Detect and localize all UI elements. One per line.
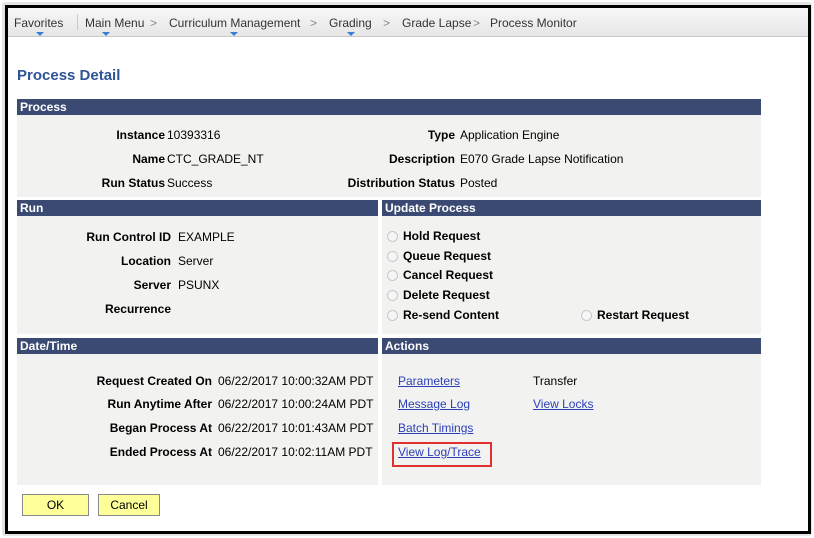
description-label: Description bbox=[388, 152, 455, 166]
distribution-status-label: Distribution Status bbox=[347, 176, 455, 190]
message-log-link[interactable]: Message Log bbox=[398, 397, 470, 411]
view-locks-link[interactable]: View Locks bbox=[533, 397, 593, 411]
grading-dropdown-icon[interactable] bbox=[347, 32, 355, 36]
screenshot-frame: Favorites Main Menu > Curriculum Managem… bbox=[5, 5, 811, 534]
ended-process-value: 06/22/2017 10:02:11AM PDT bbox=[218, 445, 373, 459]
run-section: Run Run Control ID EXAMPLE Location Serv… bbox=[17, 200, 378, 334]
cancel-request-option[interactable]: Cancel Request bbox=[387, 268, 493, 282]
process-section: Process Instance 10393316 Name CTC_GRADE… bbox=[17, 99, 761, 197]
run-anytime-value: 06/22/2017 10:00:24AM PDT bbox=[218, 397, 374, 411]
run-control-id-value: EXAMPLE bbox=[178, 230, 235, 244]
resend-content-option[interactable]: Re-send Content bbox=[387, 308, 499, 322]
curriculum-dropdown-icon[interactable] bbox=[230, 32, 238, 36]
update-process-header: Update Process bbox=[382, 200, 761, 216]
request-created-value: 06/22/2017 10:00:32AM PDT bbox=[218, 374, 374, 388]
nav-process-monitor[interactable]: Process Monitor bbox=[490, 16, 577, 30]
type-label: Type bbox=[427, 128, 455, 142]
actions-header: Actions bbox=[382, 338, 761, 354]
server-label: Server bbox=[133, 278, 171, 292]
queue-request-option[interactable]: Queue Request bbox=[387, 249, 491, 263]
nav-grading[interactable]: Grading bbox=[329, 16, 372, 30]
instance-label: Instance bbox=[116, 128, 165, 142]
main-menu-dropdown-icon[interactable] bbox=[102, 32, 110, 36]
breadcrumb: Favorites Main Menu > Curriculum Managem… bbox=[8, 8, 808, 37]
run-header: Run bbox=[17, 200, 378, 216]
hold-request-option[interactable]: Hold Request bbox=[387, 229, 480, 243]
highlight-annotation bbox=[392, 442, 492, 467]
location-value: Server bbox=[178, 254, 214, 268]
radio-button[interactable] bbox=[387, 250, 398, 262]
restart-request-label: Restart Request bbox=[597, 308, 690, 322]
ok-button[interactable]: OK bbox=[22, 494, 89, 516]
queue-request-label: Queue Request bbox=[403, 249, 492, 263]
nav-favorites[interactable]: Favorites bbox=[14, 16, 63, 30]
run-status-value: Success bbox=[167, 176, 213, 190]
batch-timings-link[interactable]: Batch Timings bbox=[398, 421, 473, 435]
server-value: PSUNX bbox=[178, 278, 220, 292]
description-value: E070 Grade Lapse Notification bbox=[460, 152, 624, 166]
nav-curriculum-management[interactable]: Curriculum Management bbox=[169, 16, 300, 30]
breadcrumb-separator: > bbox=[150, 16, 158, 30]
cancel-request-label: Cancel Request bbox=[403, 268, 494, 282]
cancel-button[interactable]: Cancel bbox=[98, 494, 160, 516]
process-header: Process bbox=[17, 99, 761, 115]
parameters-link[interactable]: Parameters bbox=[398, 374, 460, 388]
type-value: Application Engine bbox=[460, 128, 560, 142]
delete-request-option[interactable]: Delete Request bbox=[387, 288, 490, 302]
began-process-label: Began Process At bbox=[109, 421, 212, 435]
request-created-label: Request Created On bbox=[96, 374, 212, 388]
datetime-header: Date/Time bbox=[17, 338, 378, 354]
update-process-section: Update Process Hold Request Queue Reques… bbox=[382, 200, 761, 334]
breadcrumb-separator: > bbox=[310, 16, 318, 30]
nav-main-menu[interactable]: Main Menu bbox=[85, 16, 144, 30]
breadcrumb-separator: > bbox=[473, 16, 481, 30]
nav-grade-lapse[interactable]: Grade Lapse bbox=[402, 16, 471, 30]
datetime-section: Date/Time Request Created On 06/22/2017 … bbox=[17, 338, 378, 485]
location-label: Location bbox=[121, 254, 171, 268]
instance-value: 10393316 bbox=[167, 128, 221, 142]
run-anytime-label: Run Anytime After bbox=[107, 397, 212, 411]
recurrence-label: Recurrence bbox=[104, 302, 171, 316]
run-control-id-label: Run Control ID bbox=[86, 230, 171, 244]
hold-request-label: Hold Request bbox=[403, 229, 481, 243]
began-process-value: 06/22/2017 10:01:43AM PDT bbox=[218, 421, 374, 435]
breadcrumb-separator: > bbox=[383, 16, 391, 30]
resend-content-label: Re-send Content bbox=[403, 308, 499, 322]
radio-button[interactable] bbox=[581, 309, 592, 321]
nav-divider bbox=[77, 14, 78, 30]
radio-button[interactable] bbox=[387, 230, 398, 242]
radio-button[interactable] bbox=[387, 269, 398, 281]
ended-process-label: Ended Process At bbox=[109, 445, 212, 459]
radio-button[interactable] bbox=[387, 289, 398, 301]
name-value: CTC_GRADE_NT bbox=[167, 152, 264, 166]
transfer-text: Transfer bbox=[533, 374, 578, 388]
page-title: Process Detail bbox=[17, 67, 121, 84]
delete-request-label: Delete Request bbox=[403, 288, 490, 302]
favorites-dropdown-icon[interactable] bbox=[36, 32, 44, 36]
distribution-status-value: Posted bbox=[460, 176, 498, 190]
radio-button[interactable] bbox=[387, 309, 398, 321]
name-label: Name bbox=[132, 152, 165, 166]
run-status-label: Run Status bbox=[101, 176, 165, 190]
restart-request-option[interactable]: Restart Request bbox=[581, 308, 689, 322]
